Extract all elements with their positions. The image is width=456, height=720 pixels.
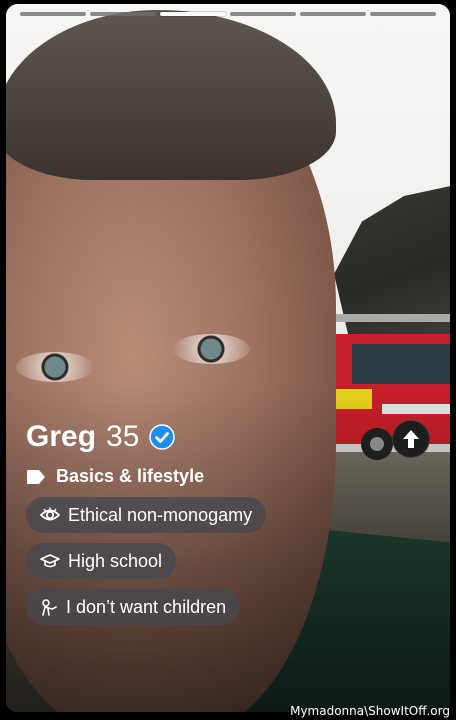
profile-age: 35 — [106, 420, 140, 453]
progress-segment[interactable] — [20, 12, 86, 16]
chip-list: Ethical non-monogamy High school I don’t… — [26, 487, 326, 625]
progress-segment[interactable] — [370, 12, 436, 16]
chip-label: I don’t want children — [66, 596, 227, 617]
watermark-text: Mymadonna\ShowItOff.org — [290, 704, 450, 718]
photo-eye-right — [172, 334, 250, 364]
progress-segment[interactable] — [230, 12, 296, 16]
profile-name: Greg — [26, 420, 97, 453]
graduation-cap-icon — [40, 554, 60, 568]
tag-icon — [27, 469, 45, 484]
chip-family-plans[interactable]: I don’t want children — [26, 589, 241, 625]
eye-icon — [40, 507, 60, 521]
progress-segment-active[interactable] — [160, 12, 226, 16]
profile-info: Greg 35 Basics & lifestyle Ethical non-m… — [26, 420, 326, 625]
section-header: Basics & lifestyle — [26, 466, 326, 487]
arrow-up-icon — [403, 430, 419, 448]
section-title: Basics & lifestyle — [56, 466, 205, 486]
photo-progress-bar — [20, 12, 436, 17]
progress-segment[interactable] — [300, 12, 366, 16]
chip-education[interactable]: High school — [26, 543, 177, 579]
progress-segment[interactable] — [90, 12, 156, 16]
chip-label: Ethical non-monogamy — [68, 504, 253, 525]
photo-eye-left — [16, 352, 94, 382]
chip-relationship-type[interactable]: Ethical non-monogamy — [26, 497, 267, 533]
name-age-row: Greg 35 — [26, 420, 326, 454]
baby-icon — [42, 599, 57, 616]
verified-badge-icon — [149, 424, 176, 450]
chip-label: High school — [68, 550, 163, 571]
open-profile-button[interactable] — [392, 420, 430, 458]
